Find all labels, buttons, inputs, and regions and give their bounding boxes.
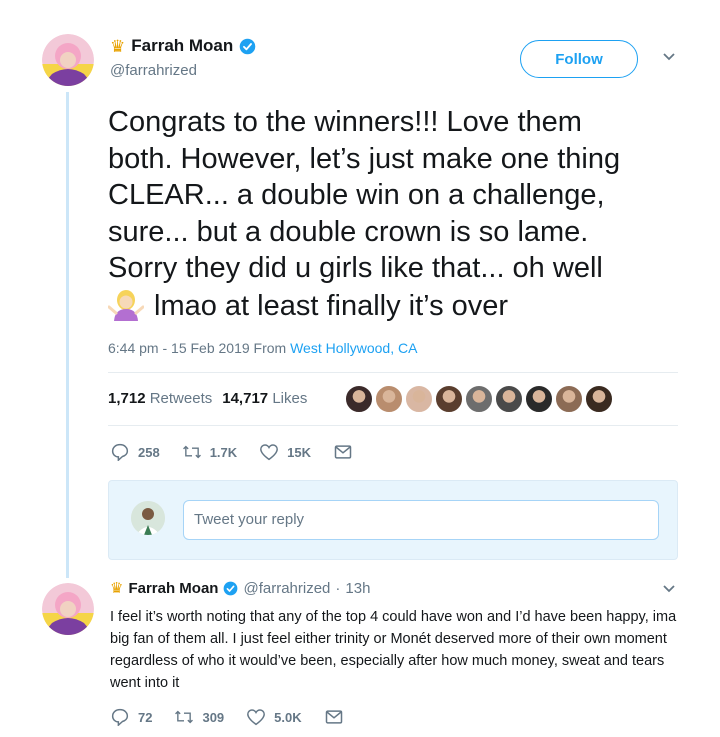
liker-avatar[interactable]	[584, 384, 614, 414]
follow-button[interactable]: Follow	[520, 40, 638, 78]
user-handle[interactable]: @farrahrized	[243, 580, 330, 597]
liker-avatar[interactable]	[374, 384, 404, 414]
avatar[interactable]	[42, 583, 94, 635]
verified-badge-icon	[224, 581, 238, 596]
retweet-icon	[175, 710, 194, 724]
tweet-actions: 72 309 5.0K	[110, 708, 366, 726]
reply-input[interactable]: Tweet your reply	[183, 500, 659, 540]
avatar[interactable]	[42, 34, 94, 86]
display-name[interactable]: Farrah Moan	[128, 580, 218, 597]
retweet-count: 309	[202, 709, 225, 725]
tweet-text-line: sure... but a double crown is so lame.	[108, 215, 589, 248]
tweet-text-line: both. However, let’s just make one thing	[108, 142, 621, 175]
tweet-actions: 258 1.7K 15K	[110, 443, 375, 461]
tweet-meta: 6:44 pm - 15 Feb 2019 From West Hollywoo…	[108, 340, 417, 356]
tweet-text-line-with-emoji: lmao at least finally it’s over	[108, 287, 688, 325]
liker-avatar[interactable]	[524, 384, 554, 414]
retweets-label: Retweets	[149, 390, 213, 407]
like-count: 5.0K	[274, 709, 302, 725]
direct-message-button[interactable]	[333, 443, 353, 461]
divider	[108, 372, 678, 373]
retweet-button[interactable]: 309	[174, 708, 224, 726]
tweet-text-line: Congrats to the winners!!! Love them	[108, 106, 582, 138]
separator-dot: ·	[335, 580, 341, 597]
like-count: 15K	[287, 444, 312, 460]
heart-icon	[260, 444, 279, 461]
reply-header: ♛ Farrah Moan @farrahrized · 13h	[110, 580, 370, 597]
chevron-down-icon[interactable]	[662, 584, 676, 594]
tweet-text-line: CLEAR... a double win on a challenge,	[108, 179, 605, 211]
retweets-stat[interactable]: 1,712 Retweets	[108, 390, 212, 407]
display-name[interactable]: Farrah Moan	[131, 36, 233, 56]
chevron-down-icon[interactable]	[662, 52, 676, 62]
reply-icon	[111, 443, 129, 461]
location-link[interactable]: West Hollywood, CA	[290, 340, 417, 356]
liker-avatar[interactable]	[404, 384, 434, 414]
envelope-icon	[334, 445, 352, 459]
crown-emoji-icon: ♛	[110, 580, 124, 597]
liker-avatar[interactable]	[434, 384, 464, 414]
verified-badge-icon	[239, 38, 256, 54]
direct-message-button[interactable]	[324, 708, 344, 726]
crown-emoji-icon: ♛	[110, 36, 126, 56]
tweet-text: Congrats to the winners!!! Love them bot…	[108, 104, 688, 324]
reply-button[interactable]: 258	[110, 443, 160, 461]
like-button[interactable]: 5.0K	[246, 708, 302, 726]
heart-icon	[247, 709, 266, 726]
retweet-icon	[182, 445, 201, 459]
likes-count: 14,717	[222, 390, 269, 407]
liker-avatar[interactable]	[494, 384, 524, 414]
reply-tweet-text: I feel it’s worth noting that any of the…	[110, 609, 677, 691]
likes-label: Likes	[272, 390, 308, 407]
likers-avatars	[344, 384, 614, 414]
reply-count: 72	[138, 709, 153, 725]
reply-icon	[111, 708, 129, 726]
current-user-avatar[interactable]	[131, 501, 165, 535]
woman-shrugging-emoji-icon	[108, 289, 144, 321]
tweet-text-line: Sorry they did u girls like that... oh w…	[108, 252, 603, 284]
like-button[interactable]: 15K	[259, 443, 311, 461]
reply-count: 258	[138, 444, 160, 460]
likes-stat[interactable]: 14,717 Likes	[222, 390, 307, 407]
retweets-count: 1,712	[108, 390, 146, 407]
timestamp[interactable]: 6:44 pm - 15 Feb 2019 From	[108, 340, 286, 356]
user-handle[interactable]: @farrahrized	[110, 62, 256, 79]
liker-avatar[interactable]	[344, 384, 374, 414]
tweet-text-line: lmao at least finally it’s over	[154, 289, 509, 322]
liker-avatar[interactable]	[464, 384, 494, 414]
engagement-stats: 1,712 Retweets 14,717 Likes	[108, 390, 307, 407]
relative-time[interactable]: 13h	[345, 580, 370, 597]
divider	[108, 425, 678, 426]
retweet-count: 1.7K	[209, 444, 238, 460]
reply-button[interactable]: 72	[110, 708, 152, 726]
envelope-icon	[325, 710, 342, 724]
retweet-button[interactable]: 1.7K	[182, 443, 237, 461]
liker-avatar[interactable]	[554, 384, 584, 414]
thread-connector-line	[66, 92, 69, 578]
reply-composer: Tweet your reply	[108, 480, 678, 560]
